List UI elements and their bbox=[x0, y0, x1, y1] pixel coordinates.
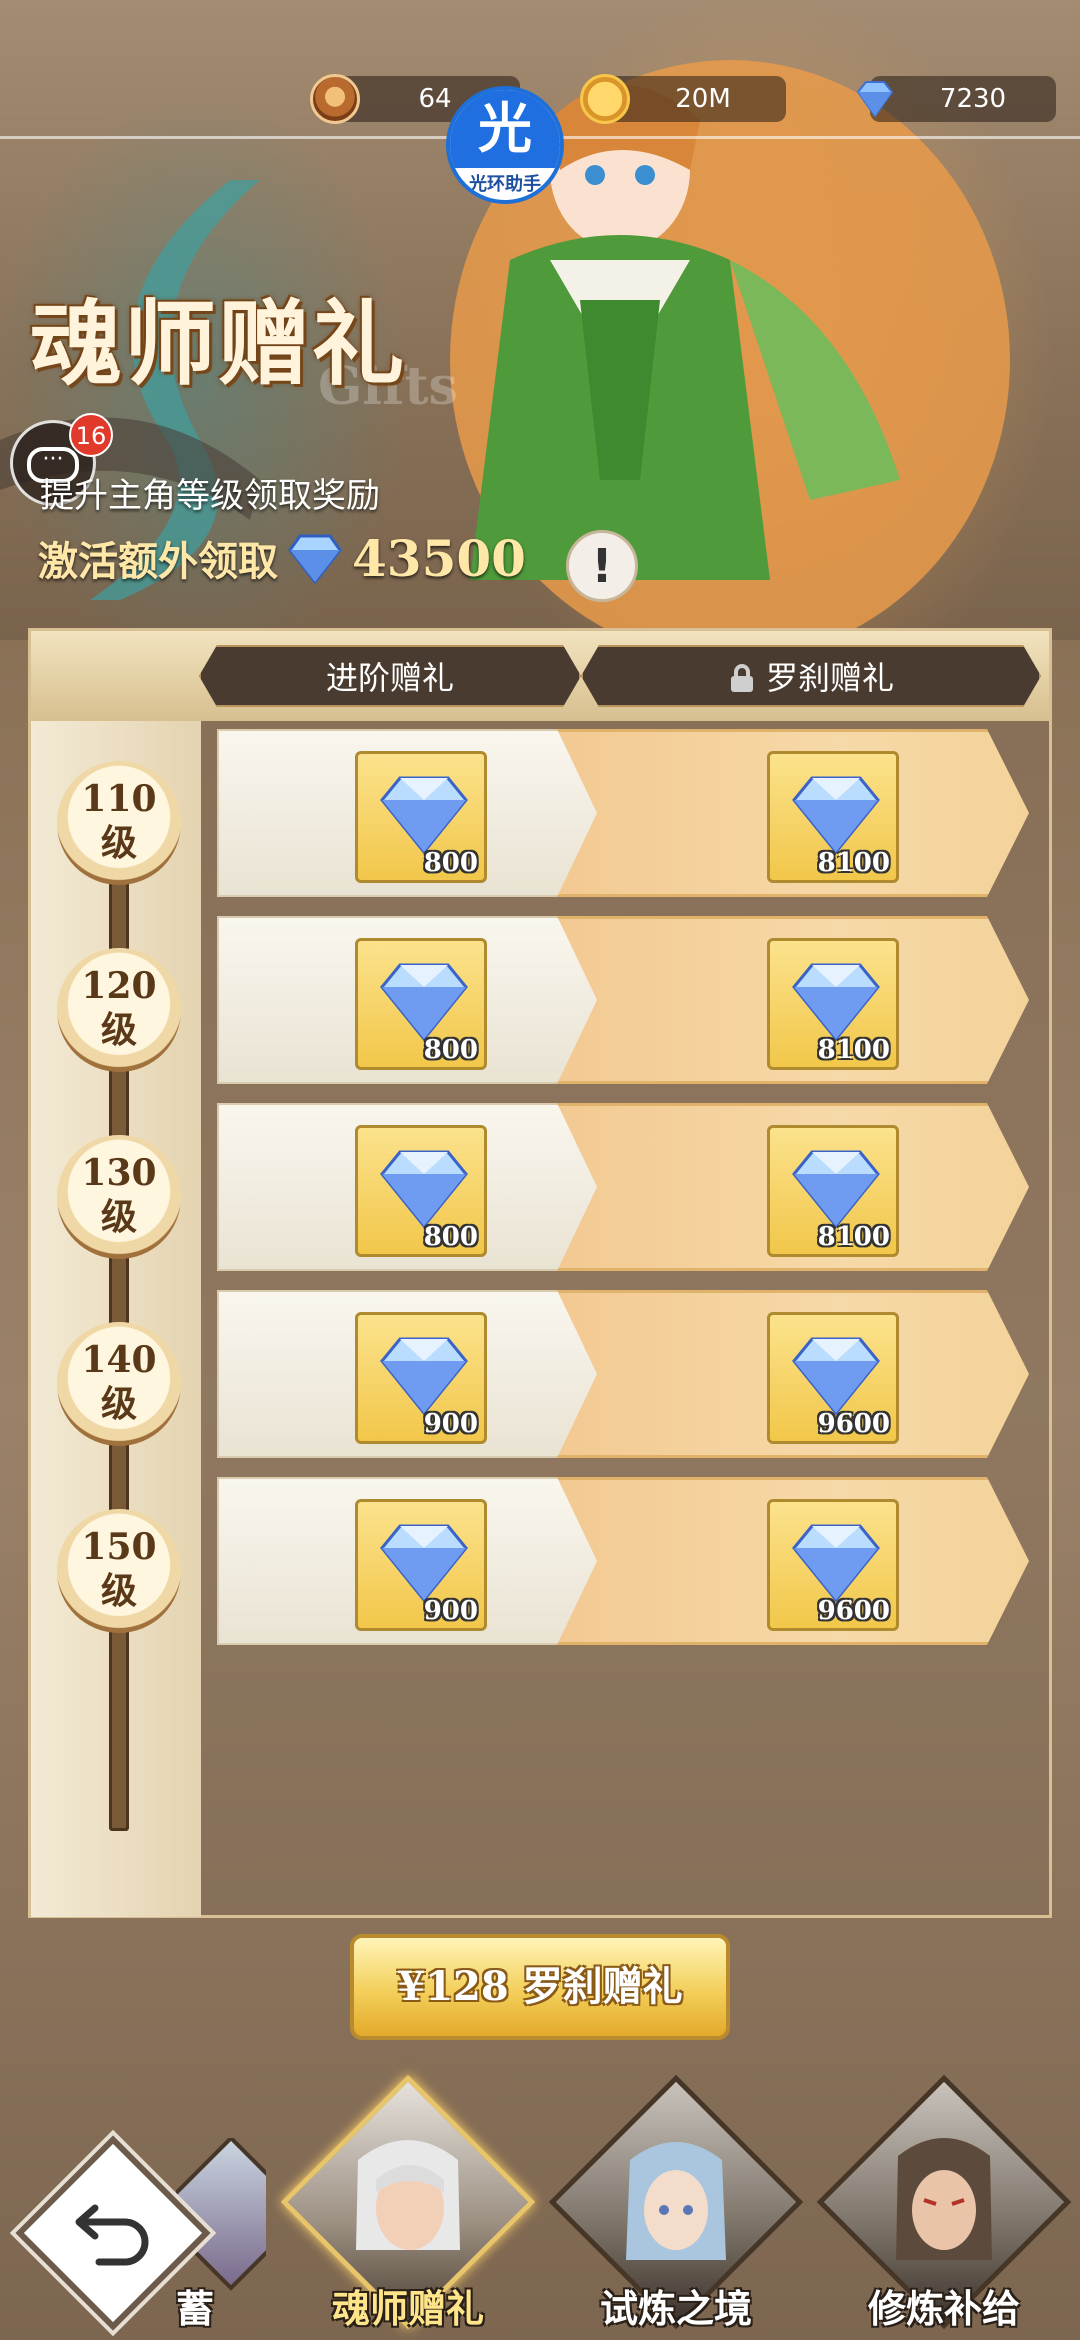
reward-row: 800 8100 bbox=[217, 1103, 1029, 1271]
free-diamond-item[interactable]: 800 bbox=[355, 1125, 487, 1257]
diamond-icon bbox=[792, 1150, 880, 1229]
item-amount: 8100 bbox=[817, 848, 890, 878]
reward-row: 800 8100 bbox=[217, 916, 1029, 1084]
premium-diamond-item[interactable]: 8100 bbox=[767, 1125, 899, 1257]
free-diamond-item[interactable]: 900 bbox=[355, 1312, 487, 1444]
item-amount: 800 bbox=[423, 1035, 478, 1065]
diamond-icon bbox=[792, 963, 880, 1042]
event-subtitle: 提升主角等级领取奖励 bbox=[40, 476, 380, 516]
nav-item-trial-realm[interactable]: 试炼之境 bbox=[546, 2074, 806, 2340]
nav-portrait-icon bbox=[896, 2138, 992, 2260]
diamond-icon bbox=[856, 81, 894, 118]
diamond-icon bbox=[380, 1524, 468, 1603]
diamond-icon bbox=[288, 534, 342, 585]
reward-row: 800 8100 bbox=[217, 729, 1029, 897]
level-medal-icon bbox=[310, 74, 360, 124]
premium-diamond-item[interactable]: 9600 bbox=[767, 1312, 899, 1444]
activate-label: 激活额外领取 bbox=[38, 539, 278, 585]
diamond-icon bbox=[380, 1337, 468, 1416]
nav-item-training-supply[interactable]: 修炼补给 bbox=[814, 2074, 1074, 2340]
premium-diamond-item[interactable]: 8100 bbox=[767, 751, 899, 883]
diamond-icon bbox=[380, 963, 468, 1042]
assistant-label: 光环助手 bbox=[469, 174, 541, 195]
reward-row: 900 9600 bbox=[217, 1477, 1029, 1645]
tab-rakshasa-gifts[interactable]: 罗刹赠礼 bbox=[581, 645, 1041, 707]
diamond-resource[interactable]: 7230 bbox=[856, 76, 1056, 122]
diamond-icon bbox=[380, 1150, 468, 1229]
free-diamond-item[interactable]: 800 bbox=[355, 751, 487, 883]
info-button[interactable]: ! bbox=[566, 530, 638, 602]
nav-item-soul-master-gifts[interactable]: 魂师赠礼 bbox=[278, 2074, 538, 2340]
nav-label: 试炼之境 bbox=[599, 2286, 752, 2331]
tab-label: 进阶赠礼 bbox=[325, 659, 454, 697]
diamond-icon bbox=[380, 776, 468, 855]
level-node: 110 级 bbox=[57, 761, 181, 885]
activate-amount: 43500 bbox=[352, 528, 526, 588]
lock-icon bbox=[728, 663, 756, 693]
reward-row: 900 9600 bbox=[217, 1290, 1029, 1458]
item-amount: 900 bbox=[423, 1596, 478, 1626]
item-amount: 800 bbox=[423, 1222, 478, 1252]
assistant-badge[interactable]: 光 光环助手 bbox=[446, 86, 564, 204]
diamond-icon bbox=[792, 1337, 880, 1416]
event-title: 魂师赠礼 bbox=[30, 290, 407, 398]
item-amount: 800 bbox=[423, 848, 478, 878]
premium-diamond-item[interactable]: 8100 bbox=[767, 938, 899, 1070]
level-node: 150 级 bbox=[57, 1509, 181, 1633]
purchase-button[interactable]: ¥128 罗刹赠礼 bbox=[350, 1934, 730, 2040]
item-amount: 8100 bbox=[817, 1222, 890, 1252]
back-button[interactable] bbox=[15, 2135, 211, 2331]
item-amount: 900 bbox=[423, 1409, 478, 1439]
premium-diamond-item[interactable]: 9600 bbox=[767, 1499, 899, 1631]
rewards-panel: 进阶赠礼 罗刹赠礼 110 级 120 级 130 级 140 级 150 级 800 8… bbox=[28, 628, 1052, 1918]
activate-extra-row: 激活额外领取 43500 bbox=[38, 528, 526, 588]
free-diamond-item[interactable]: 800 bbox=[355, 938, 487, 1070]
chat-unread-badge: 16 bbox=[69, 413, 113, 457]
free-diamond-item[interactable]: 900 bbox=[355, 1499, 487, 1631]
diamond-icon bbox=[792, 1524, 880, 1603]
back-arrow-icon bbox=[75, 2204, 149, 2266]
tab-label: 罗刹赠礼 bbox=[765, 659, 894, 697]
gold-resource[interactable]: 20M bbox=[580, 74, 786, 124]
level-node: 140 级 bbox=[57, 1322, 181, 1446]
tab-advanced-gifts[interactable]: 进阶赠礼 bbox=[199, 645, 581, 707]
item-amount: 9600 bbox=[817, 1596, 890, 1626]
assistant-glyph: 光 bbox=[450, 90, 560, 168]
item-amount: 9600 bbox=[817, 1409, 890, 1439]
diamond-icon bbox=[792, 776, 880, 855]
item-amount: 8100 bbox=[817, 1035, 890, 1065]
nav-portrait-icon bbox=[626, 2142, 726, 2260]
level-track: 110 级 120 级 130 级 140 级 150 级 bbox=[31, 721, 201, 1917]
nav-portrait-icon bbox=[356, 2140, 460, 2250]
level-node: 120 级 bbox=[57, 948, 181, 1072]
nav-label: 魂师赠礼 bbox=[331, 2286, 484, 2331]
nav-label: 修炼补给 bbox=[867, 2286, 1020, 2331]
gold-coin-icon bbox=[580, 74, 630, 124]
level-node: 130 级 bbox=[57, 1135, 181, 1259]
